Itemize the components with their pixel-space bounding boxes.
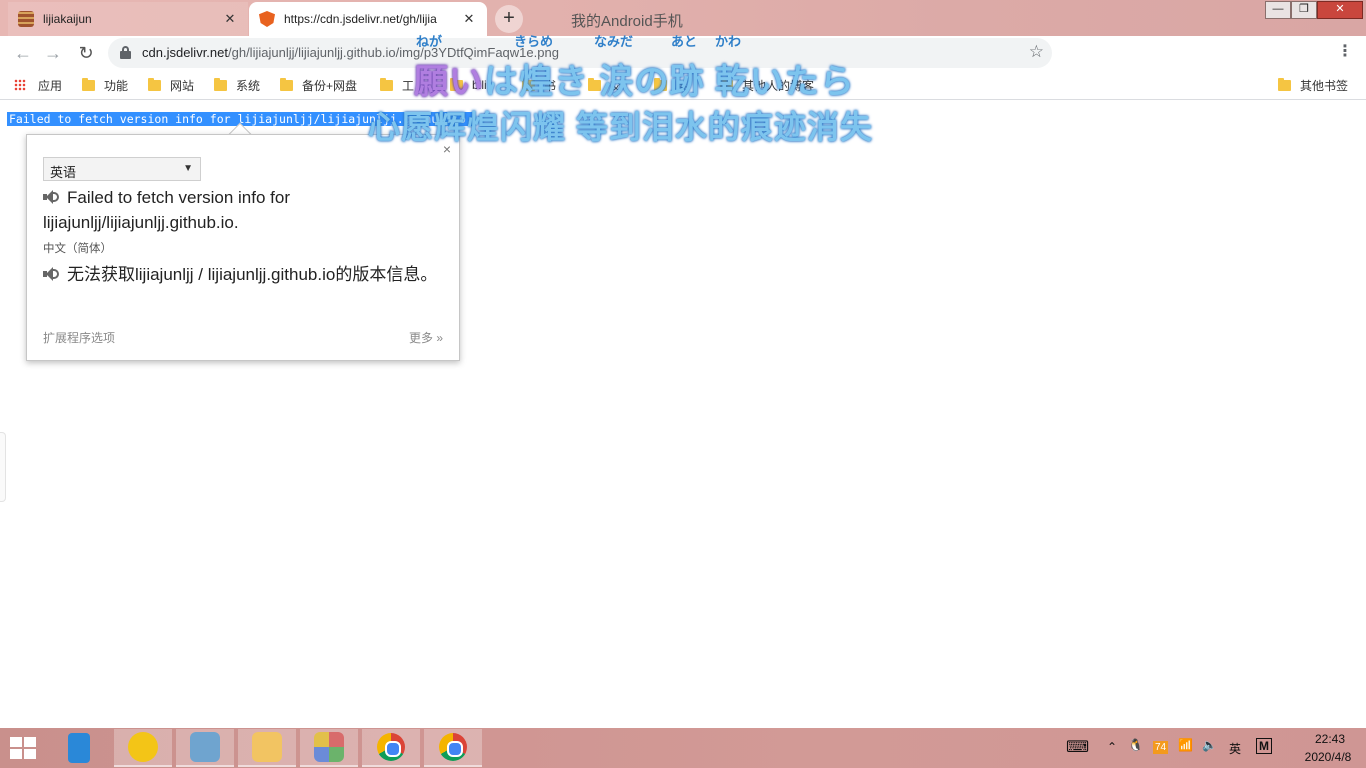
taskbar-music-app[interactable] xyxy=(114,729,172,767)
new-tab-button[interactable]: + xyxy=(495,5,523,33)
lyric-ruby: ねが xyxy=(416,34,443,49)
back-button[interactable]: ← xyxy=(10,40,36,66)
taskbar-chrome[interactable] xyxy=(362,729,420,767)
network-icon[interactable]: 📶 xyxy=(1178,738,1193,752)
lyric-ruby: きらめ xyxy=(514,34,554,49)
taskbar-phone-app[interactable] xyxy=(50,729,108,767)
menu-icon[interactable]: ⋮ xyxy=(1336,43,1354,61)
battery-badge[interactable]: 74 xyxy=(1153,741,1169,754)
lyric-ruby: なみだ xyxy=(594,34,634,49)
lyric-ruby: かわ xyxy=(715,34,742,49)
url-host: cdn.jsdelivr.net xyxy=(142,45,228,60)
folder-icon xyxy=(1278,77,1291,91)
folder-icon xyxy=(82,77,95,91)
bookmark-label: 应用 xyxy=(38,78,63,93)
ring-extension-icon[interactable]: ○ xyxy=(1226,43,1244,61)
folder-icon xyxy=(380,77,393,91)
taskbar-file-explorer[interactable] xyxy=(238,729,296,767)
bookmark-other[interactable]: 其他书签 xyxy=(1278,76,1348,94)
bookmark-folder[interactable]: 系统 xyxy=(214,76,260,94)
target-language-label: 中文（简体） xyxy=(43,243,112,255)
reload-button[interactable]: ↻ xyxy=(73,40,99,66)
window-title: 我的Android手机 xyxy=(571,13,683,30)
lyric-ruby: あと xyxy=(671,34,698,49)
speaker-icon[interactable] xyxy=(43,190,61,204)
avatar-extension-icon[interactable]: ☺ xyxy=(1303,43,1321,61)
bookmark-label: 功能 xyxy=(104,78,129,93)
infinity-extension-icon[interactable]: ∞ xyxy=(1130,43,1148,61)
volume-icon[interactable]: 🔈 xyxy=(1202,738,1217,752)
bookmark-label: 备份+网盘 xyxy=(302,78,358,93)
bookmark-label: 工 xyxy=(402,78,415,93)
source-text: Failed to fetch version info for lijiaju… xyxy=(43,185,443,235)
bookmark-apps[interactable]: 应用 xyxy=(14,76,62,94)
extension-options-link[interactable]: 扩展程序选项 xyxy=(43,329,115,346)
taskbar: ⌨ ⌃ 🐧 74 📶 🔈 英 M 22:43 2020/4/8 xyxy=(0,728,1366,768)
keyboard-icon[interactable]: ⌨ xyxy=(1066,737,1089,757)
speaker-icon[interactable] xyxy=(43,267,61,281)
link-extension-icon[interactable]: ⌘ xyxy=(1194,43,1212,61)
agent-extension-icon[interactable]: ● xyxy=(1258,43,1276,61)
lock-icon[interactable] xyxy=(120,46,131,59)
folder-icon xyxy=(148,77,161,91)
apps-grid-icon xyxy=(14,79,26,91)
tab-title: lijiakaijun xyxy=(43,12,92,26)
tab-title: https://cdn.jsdelivr.net/gh/lijia xyxy=(284,12,437,26)
lyric-japanese-line: 願いは煌き 涙の跡 乾いたら xyxy=(414,54,855,103)
tab-jsdelivr[interactable]: https://cdn.jsdelivr.net/gh/lijia ✕ xyxy=(249,2,487,36)
lyric-sung-part: 願い xyxy=(414,63,484,101)
bolt-extension-icon[interactable]: ⚡ xyxy=(1098,43,1116,61)
ime-language-indicator[interactable]: 英 xyxy=(1229,740,1241,757)
minimize-button[interactable]: — xyxy=(1265,1,1291,19)
bookmark-label: 网站 xyxy=(170,78,195,93)
translated-text: 无法获取lijiajunljj / lijiajunljj.github.io的… xyxy=(43,261,443,289)
source-language-select[interactable]: 英语 ▼ xyxy=(43,157,201,181)
dropdown-caret-icon: ▼ xyxy=(183,163,193,174)
tab-close-icon[interactable]: ✕ xyxy=(222,11,238,27)
taskbar-pinwheel-app[interactable] xyxy=(300,729,358,767)
source-language-value: 英语 xyxy=(50,165,77,180)
translated-text-content: 无法获取lijiajunljj / lijiajunljj.github.io的… xyxy=(67,265,438,284)
clock-date[interactable]: 2020/4/8 xyxy=(1296,750,1360,764)
shield-extension-icon[interactable]: ◆ xyxy=(1162,43,1180,61)
more-link[interactable]: 更多 » xyxy=(409,329,443,346)
source-text-content: Failed to fetch version info for lijiaju… xyxy=(43,188,291,232)
folder-icon xyxy=(280,77,293,91)
maximize-button[interactable]: ❐ xyxy=(1291,1,1317,19)
bookmark-label: 系统 xyxy=(236,78,261,93)
lyric-chinese-line: 心愿辉煌闪耀 等到泪水的痕迹消失 xyxy=(368,109,873,145)
monitor-app-icon xyxy=(190,732,220,762)
folder-icon xyxy=(214,77,227,91)
bookmark-folder[interactable]: 网站 xyxy=(148,76,194,94)
taskbar-chrome-2[interactable] xyxy=(424,729,482,767)
tab-favicon xyxy=(18,11,34,27)
translate-extension-icon[interactable]: G xyxy=(1066,43,1084,61)
bookmark-folder[interactable]: 工 xyxy=(380,76,414,94)
bookmark-folder[interactable]: 备份+网盘 xyxy=(280,76,357,94)
music-app-icon xyxy=(128,732,158,762)
file-explorer-icon xyxy=(252,732,282,762)
bookmark-folder[interactable]: 功能 xyxy=(82,76,128,94)
bookmark-label: 其他书签 xyxy=(1300,78,1349,93)
side-panel-handle[interactable] xyxy=(0,432,6,502)
close-window-button[interactable]: ✕ xyxy=(1317,1,1363,19)
phone-app-icon xyxy=(68,733,90,763)
chrome-app-icon-2 xyxy=(439,733,467,761)
tab-favicon-shield xyxy=(259,11,275,27)
ime-mode-icon[interactable]: M xyxy=(1256,738,1272,754)
taskbar-monitor-app[interactable] xyxy=(176,729,234,767)
pinwheel-app-icon xyxy=(314,732,344,762)
forward-button[interactable]: → xyxy=(40,40,66,66)
tab-lijiakaijun[interactable]: lijiakaijun ✕ xyxy=(8,2,248,36)
windows-start-icon[interactable] xyxy=(10,737,38,759)
lyric-unsung-part: は煌き 涙の跡 乾いたら xyxy=(484,63,855,101)
clock-time[interactable]: 22:43 xyxy=(1300,732,1360,746)
translate-popup: × 英语 ▼ Failed to fetch version info for … xyxy=(26,134,460,361)
chrome-app-icon xyxy=(377,733,405,761)
bookmark-star-icon[interactable]: ☆ xyxy=(1029,42,1044,62)
qq-icon[interactable]: 🐧 xyxy=(1128,738,1143,752)
tab-close-icon[interactable]: ✕ xyxy=(461,11,477,27)
tray-expand-icon[interactable]: ⌃ xyxy=(1107,740,1117,754)
